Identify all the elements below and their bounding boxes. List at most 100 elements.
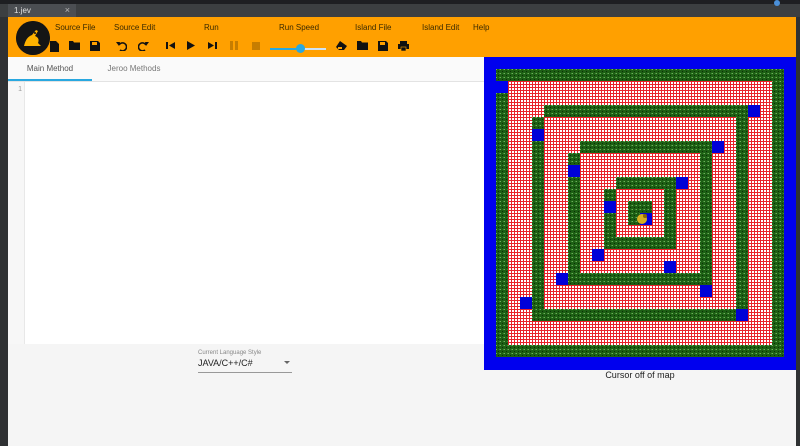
map-cell-grass[interactable] (724, 345, 736, 357)
map-cell-grass[interactable] (604, 237, 616, 249)
map-cell-grass[interactable] (628, 237, 640, 249)
open-map-icon[interactable] (356, 41, 368, 53)
map-cell-net[interactable] (652, 189, 664, 201)
map-cell-net[interactable] (688, 81, 700, 93)
map-cell-net[interactable] (712, 129, 724, 141)
map-cell-grass[interactable] (712, 105, 724, 117)
map-cell-net[interactable] (748, 321, 760, 333)
map-cell-grass[interactable] (616, 141, 628, 153)
map-cell-net[interactable] (748, 81, 760, 93)
map-cell-grass[interactable] (736, 249, 748, 261)
map-cell-net[interactable] (628, 297, 640, 309)
map-cell-grass[interactable] (568, 177, 580, 189)
map-cell-net[interactable] (760, 141, 772, 153)
map-cell-net[interactable] (676, 285, 688, 297)
map-cell-net[interactable] (640, 81, 652, 93)
map-cell-net[interactable] (724, 225, 736, 237)
map-cell-grass[interactable] (640, 345, 652, 357)
map-cell-net[interactable] (736, 93, 748, 105)
map-cell-grass[interactable] (616, 345, 628, 357)
map-cell-grass[interactable] (700, 201, 712, 213)
map-cell-net[interactable] (520, 213, 532, 225)
map-cell-net[interactable] (628, 321, 640, 333)
map-cell-grass[interactable] (676, 141, 688, 153)
map-cell-net[interactable] (508, 153, 520, 165)
map-cell-grass[interactable] (592, 309, 604, 321)
map-cell-grass[interactable] (772, 177, 784, 189)
map-cell-grass[interactable] (688, 273, 700, 285)
map-cell-grass[interactable] (496, 261, 508, 273)
map-cell-grass[interactable] (652, 345, 664, 357)
map-cell-net[interactable] (724, 177, 736, 189)
map-cell-grass[interactable] (604, 309, 616, 321)
map-cell-grass[interactable] (640, 273, 652, 285)
map-cell-net[interactable] (712, 201, 724, 213)
map-cell-net[interactable] (688, 237, 700, 249)
map-cell-net[interactable] (640, 117, 652, 129)
map-cell-grass[interactable] (688, 69, 700, 81)
map-cell-grass[interactable] (532, 345, 544, 357)
map-cell-net[interactable] (592, 225, 604, 237)
map-cell-net[interactable] (688, 117, 700, 129)
map-cell-net[interactable] (568, 141, 580, 153)
map-cell-grass[interactable] (592, 345, 604, 357)
map-cell-net[interactable] (604, 129, 616, 141)
map-cell-grass[interactable] (532, 117, 544, 129)
map-cell-net[interactable] (640, 153, 652, 165)
map-cell-net[interactable] (652, 285, 664, 297)
map-cell-net[interactable] (688, 129, 700, 141)
map-cell-grass[interactable] (700, 345, 712, 357)
map-cell-net[interactable] (592, 177, 604, 189)
map-cell-net[interactable] (712, 333, 724, 345)
map-cell-net[interactable] (640, 333, 652, 345)
map-cell-grass[interactable] (580, 69, 592, 81)
undo-icon[interactable] (115, 41, 127, 53)
map-cell-grass[interactable] (736, 189, 748, 201)
map-cell-grass[interactable] (736, 177, 748, 189)
save-icon[interactable] (89, 41, 101, 53)
map-cell-net[interactable] (556, 117, 568, 129)
map-cell-net[interactable] (580, 321, 592, 333)
map-cell-net[interactable] (568, 93, 580, 105)
map-cell-net[interactable] (580, 117, 592, 129)
map-cell-net[interactable] (568, 333, 580, 345)
map-cell-net[interactable] (616, 213, 628, 225)
map-cell-flower[interactable] (700, 285, 712, 297)
map-cell-net[interactable] (688, 213, 700, 225)
map-cell-net[interactable] (628, 249, 640, 261)
map-cell-grass[interactable] (772, 105, 784, 117)
map-cell-net[interactable] (712, 273, 724, 285)
map-cell-net[interactable] (580, 93, 592, 105)
map-cell-net[interactable] (604, 165, 616, 177)
map-cell-grass[interactable] (520, 345, 532, 357)
map-cell-net[interactable] (676, 321, 688, 333)
stop-icon[interactable] (250, 41, 262, 53)
map-cell-net[interactable] (508, 165, 520, 177)
map-cell-net[interactable] (724, 153, 736, 165)
map-cell-grass[interactable] (628, 69, 640, 81)
map-cell-net[interactable] (652, 93, 664, 105)
map-cell-grass[interactable] (568, 273, 580, 285)
map-cell-grass[interactable] (532, 297, 544, 309)
map-cell-grass[interactable] (496, 177, 508, 189)
map-cell-net[interactable] (616, 333, 628, 345)
map-cell-net[interactable] (616, 297, 628, 309)
map-cell-net[interactable] (520, 189, 532, 201)
map-cell-net[interactable] (724, 129, 736, 141)
language-style-select[interactable]: JAVA/C++/C# (198, 358, 292, 373)
map-cell-grass[interactable] (700, 153, 712, 165)
map-cell-net[interactable] (616, 129, 628, 141)
map-cell-net[interactable] (580, 297, 592, 309)
map-cell-net[interactable] (688, 153, 700, 165)
map-cell-grass[interactable] (556, 309, 568, 321)
map-cell-net[interactable] (676, 261, 688, 273)
map-cell-grass[interactable] (568, 189, 580, 201)
map-cell-net[interactable] (676, 117, 688, 129)
map-cell-grass[interactable] (496, 153, 508, 165)
map-cell-grass[interactable] (736, 165, 748, 177)
map-cell-grass[interactable] (772, 261, 784, 273)
map-cell-grass[interactable] (532, 261, 544, 273)
map-cell-net[interactable] (760, 165, 772, 177)
map-cell-net[interactable] (760, 93, 772, 105)
map-cell-grass[interactable] (496, 285, 508, 297)
